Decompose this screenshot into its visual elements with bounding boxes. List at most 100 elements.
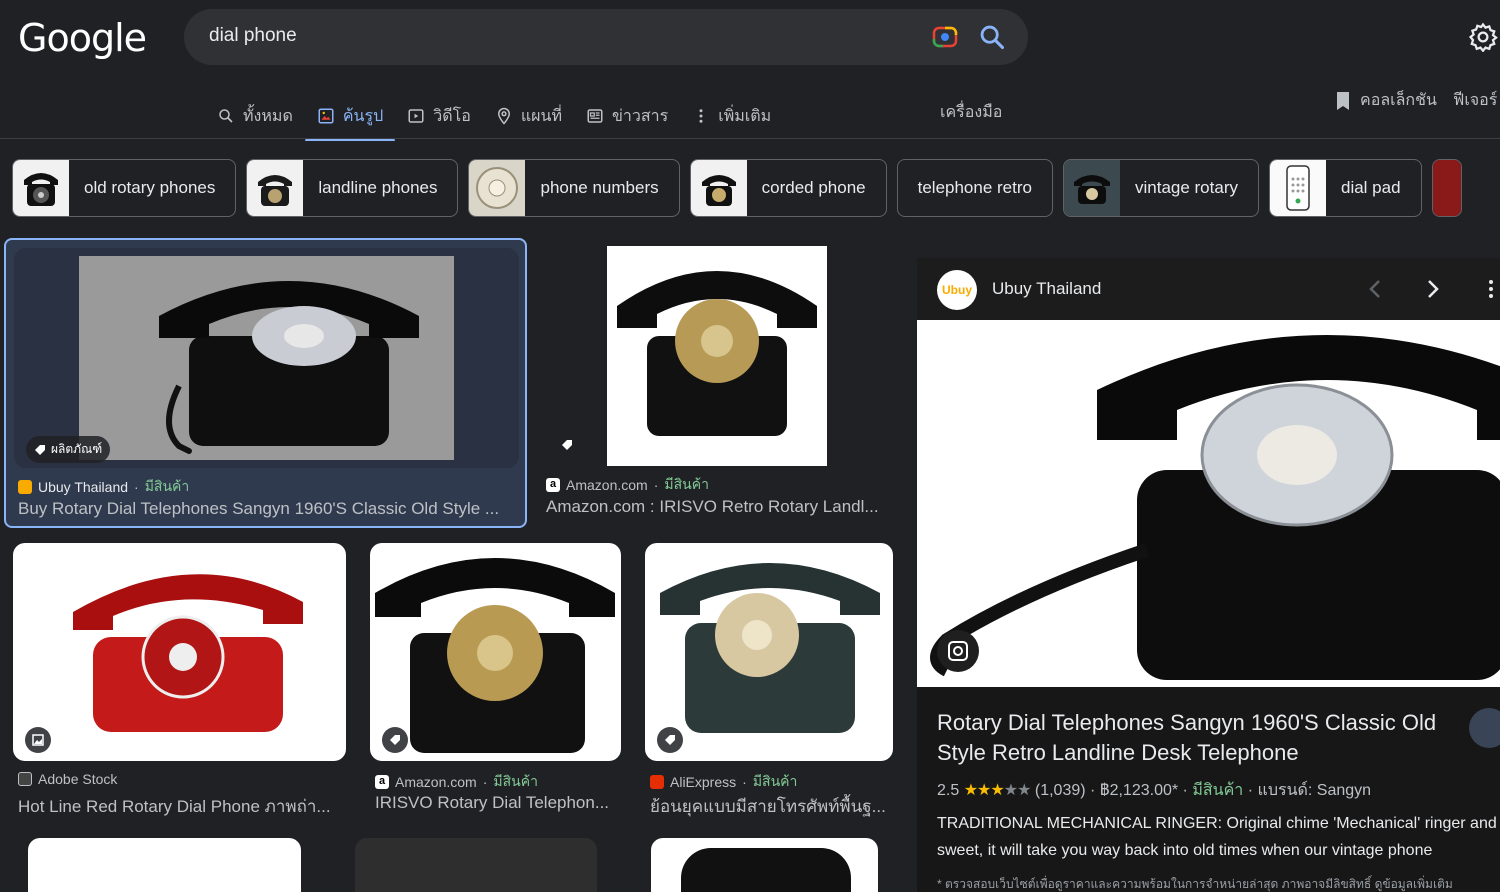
visit-button[interactable]	[1469, 708, 1500, 748]
result-image-partial[interactable]	[28, 838, 301, 892]
result-image-partial[interactable]	[651, 838, 878, 892]
separator: ·	[653, 477, 659, 493]
result-image[interactable]: ผลิตภัณฑ์	[14, 248, 519, 468]
product-badge: ผลิตภัณฑ์	[26, 436, 111, 463]
chip-label: corded phone	[761, 178, 866, 197]
result-title[interactable]: Amazon.com : IRISVO Retro Rotary Landl..…	[546, 497, 891, 517]
stock-status: มีสินค้า	[664, 476, 709, 492]
stock-status: มีสินค้า	[1192, 782, 1244, 799]
result-card-ubuy[interactable]: ผลิตภัณฑ์ Ubuy Thailand · มีสินค้า Buy R…	[4, 238, 527, 528]
tab-images[interactable]: ค้นรูป	[304, 99, 396, 141]
related-chips: old rotary phones landline phones phone …	[12, 159, 1462, 217]
source-name: Adobe Stock	[38, 771, 118, 787]
map-pin-icon	[497, 107, 510, 125]
search-input[interactable]: dial phone	[184, 9, 1028, 65]
tab-all[interactable]: ทั้งหมด	[205, 99, 305, 133]
more-vert-icon[interactable]	[1487, 278, 1495, 300]
panel-disclaimer: * ตรวจสอบเว็บไซต์เพื่อดูราคาและความพร้อม…	[937, 877, 1453, 891]
result-title[interactable]: Hot Line Red Rotary Dial Phone ภาพถ่า...	[18, 793, 343, 820]
result-image-partial[interactable]	[355, 838, 597, 892]
chip-label: landline phones	[318, 178, 438, 197]
ubuy-favicon-icon[interactable]: Ubuy	[937, 270, 977, 310]
review-count: (1,039)	[1034, 782, 1086, 799]
result-card-amazon[interactable]: a Amazon.com · มีสินค้า Amazon.com : IRI…	[540, 238, 900, 528]
result-title[interactable]: ย้อนยุคแบบมีสายโทรศัพท์พื้นฐ...	[650, 793, 890, 820]
panel-title[interactable]: Rotary Dial Telephones Sangyn 1960'S Cla…	[937, 708, 1447, 768]
chip-thumbnail	[13, 160, 69, 216]
chip-corded-phone[interactable]: corded phone	[689, 159, 887, 217]
result-image[interactable]	[544, 246, 894, 466]
chip-dial-pad[interactable]: dial pad	[1268, 159, 1422, 217]
amazon-favicon-icon: a	[546, 478, 560, 492]
tabs-divider	[0, 138, 1500, 139]
search-query[interactable]: dial phone	[209, 25, 297, 47]
lens-search-button[interactable]	[937, 630, 979, 672]
collections-label: คอลเล็กชัน	[1360, 92, 1437, 109]
chip-label: phone numbers	[540, 178, 659, 197]
chip-vintage-rotary[interactable]: vintage rotary	[1062, 159, 1259, 217]
search-icon	[219, 109, 233, 123]
result-title[interactable]: Buy Rotary Dial Telephones Sangyn 1960'S…	[18, 499, 518, 519]
source-name: Amazon.com	[395, 774, 477, 790]
result-card-amazon-2[interactable]: a Amazon.com · มีสินค้า IRISVO Rotary Di…	[370, 543, 621, 823]
result-card-aliexpress[interactable]: AliExpress · มีสินค้า ย้อนยุคแบบมีสายโทร…	[645, 543, 893, 823]
rotary-phone-image	[607, 246, 827, 466]
news-icon	[587, 109, 603, 123]
chip-thumbnail	[690, 160, 747, 216]
result-image[interactable]	[370, 543, 621, 761]
result-source[interactable]: Adobe Stock	[18, 771, 117, 787]
collections-button[interactable]: คอลเล็กชัน	[1334, 88, 1437, 113]
result-card-adobe[interactable]: Adobe Stock Hot Line Red Rotary Dial Pho…	[13, 543, 346, 823]
chip-label: old rotary phones	[84, 178, 216, 197]
search-icon[interactable]	[978, 23, 1006, 51]
chip-thumbnail	[1432, 160, 1461, 216]
source-name: AliExpress	[670, 774, 737, 790]
tab-videos[interactable]: วิดีโอ	[395, 99, 483, 133]
tab-label: วิดีโอ	[433, 107, 471, 125]
stock-status: มีสินค้า	[493, 773, 538, 789]
more-vert-icon	[699, 109, 703, 123]
tab-news[interactable]: ข่าวสาร	[574, 99, 680, 133]
rotary-phone-image	[917, 320, 1500, 687]
chevron-left-icon[interactable]	[1367, 278, 1383, 300]
separator: ·	[134, 479, 139, 495]
ubuy-favicon-icon	[18, 480, 32, 494]
chip-old-rotary-phones[interactable]: old rotary phones	[12, 159, 237, 217]
tools-button[interactable]: เครื่องมือ	[940, 100, 1002, 125]
chip-label: dial pad	[1340, 178, 1401, 197]
bookmark-icon	[1337, 91, 1349, 110]
video-icon	[408, 109, 424, 123]
featured-button[interactable]: ฟีเจอร์	[1453, 88, 1497, 113]
chip-partial[interactable]	[1431, 159, 1462, 217]
chevron-right-icon[interactable]	[1425, 278, 1441, 300]
rotary-phone-image	[79, 256, 454, 460]
panel-image[interactable]	[917, 320, 1500, 687]
chip-landline-phones[interactable]: landline phones	[246, 159, 459, 217]
badge-label: ผลิตภัณฑ์	[51, 442, 103, 456]
brand: แบรนด์: Sangyn	[1257, 782, 1372, 799]
tab-maps[interactable]: แผนที่	[483, 99, 574, 133]
google-logo[interactable]: Google	[18, 16, 147, 60]
tab-more[interactable]: เพิ่มเติม	[680, 99, 783, 133]
panel-site-name[interactable]: Ubuy Thailand	[992, 279, 1101, 299]
chip-phone-numbers[interactable]: phone numbers	[468, 159, 680, 217]
result-source[interactable]: AliExpress · มีสินค้า	[650, 771, 797, 793]
tag-icon	[390, 735, 400, 745]
google-lens-icon[interactable]	[932, 25, 958, 49]
tag-icon	[665, 735, 675, 745]
result-image[interactable]	[13, 543, 346, 761]
image-icon	[32, 734, 44, 746]
result-source[interactable]: Ubuy Thailand · มีสินค้า	[18, 476, 189, 498]
product-badge	[657, 727, 683, 753]
tab-label: แผนที่	[520, 107, 562, 125]
result-source[interactable]: a Amazon.com · มีสินค้า	[375, 771, 538, 793]
search-tabs: ทั้งหมด ค้นรูป วิดีโอ แผนที่ ข่าวสาร เพิ…	[205, 96, 783, 141]
result-source[interactable]: a Amazon.com · มีสินค้า	[546, 474, 709, 496]
red-rotary-phone-image	[73, 574, 303, 732]
rating-value: 2.5	[937, 782, 960, 799]
chip-telephone-retro[interactable]: telephone retro	[896, 159, 1053, 217]
result-title[interactable]: IRISVO Rotary Dial Telephon...	[375, 793, 615, 813]
result-image[interactable]	[645, 543, 893, 761]
lens-icon	[948, 641, 968, 661]
gear-icon[interactable]	[1468, 22, 1498, 52]
